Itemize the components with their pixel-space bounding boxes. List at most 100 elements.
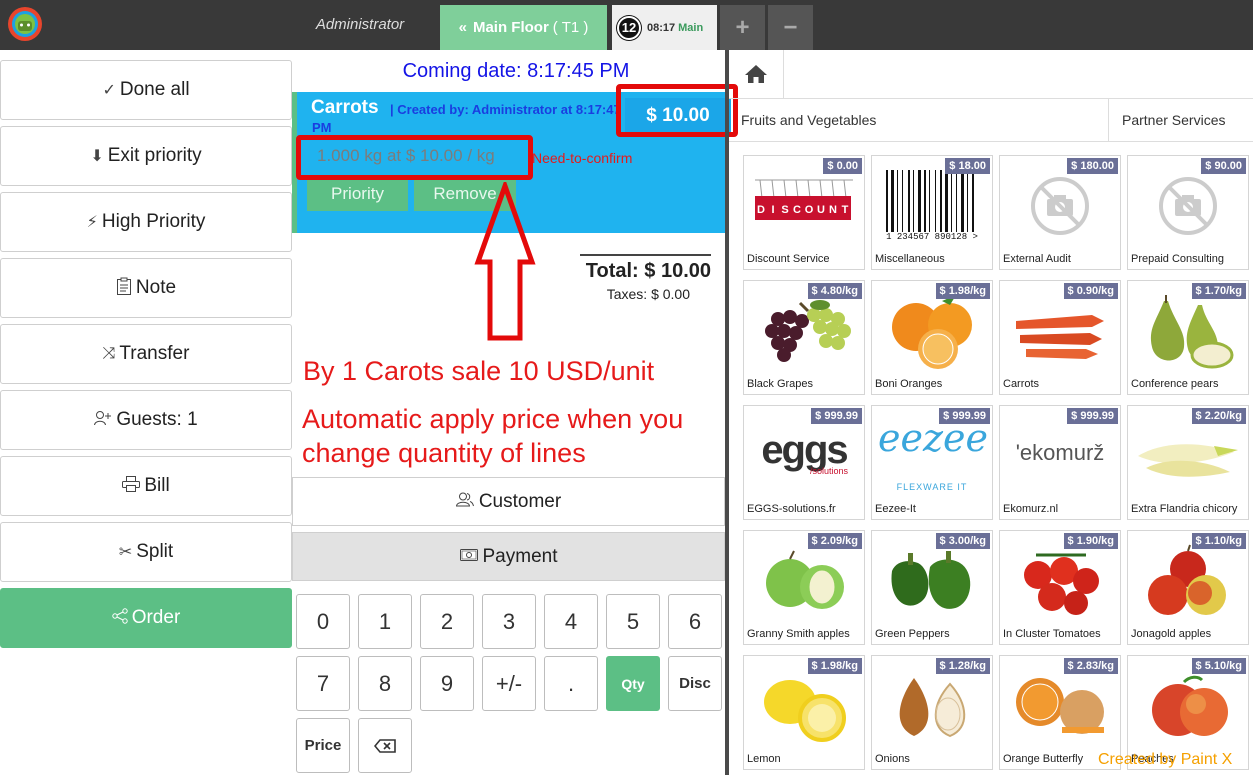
- numpad-key-decimal[interactable]: .: [544, 656, 598, 711]
- product-tile[interactable]: $ 1.98/kg Boni Oranges: [871, 280, 993, 395]
- product-name: Lemon: [747, 753, 781, 765]
- product-tile[interactable]: $ 2.20/kg Extra Flandria chicory: [1127, 405, 1249, 520]
- product-tile[interactable]: $ 1.90/kg In Cluster Tomatoes: [999, 530, 1121, 645]
- product-tile[interactable]: $ 1.70/kg Conference pears: [1127, 280, 1249, 395]
- coming-date: Coming date: 8:17:45 PM: [402, 60, 630, 82]
- product-name: Conference pears: [1131, 378, 1219, 390]
- numpad-key-5[interactable]: 5: [606, 594, 660, 649]
- button-label: Bill: [144, 475, 170, 496]
- numpad-backspace[interactable]: [358, 718, 412, 773]
- product-image: eezee FLEXWARE IT: [878, 416, 988, 492]
- numpad-key-6[interactable]: 6: [668, 594, 722, 649]
- numpad-key-4[interactable]: 4: [544, 594, 598, 649]
- svg-text:U: U: [817, 204, 825, 216]
- product-price-badge: $ 2.83/kg: [1063, 658, 1118, 674]
- product-name: Onions: [875, 753, 910, 765]
- product-price-badge: $ 90.00: [1201, 158, 1246, 174]
- category-fruits-vegetables[interactable]: Fruits and Vegetables: [741, 99, 876, 141]
- product-tile[interactable]: $ 90.00 Prepaid Consulting: [1127, 155, 1249, 270]
- guests-button[interactable]: Guests: 1: [0, 390, 292, 450]
- order-number-badge: 12: [617, 15, 641, 40]
- product-image: [1134, 666, 1242, 746]
- product-name: Boni Oranges: [875, 378, 943, 390]
- shuffle-icon: ⤨: [102, 345, 116, 362]
- numpad-qty-mode[interactable]: Qty: [606, 656, 660, 711]
- product-tile[interactable]: eggs/solutions $ 999.99 EGGS-solutions.fr: [743, 405, 865, 520]
- priority-button[interactable]: Priority: [307, 176, 408, 211]
- product-tile[interactable]: $ 4.80/kg Black Grapes: [743, 280, 865, 395]
- split-button[interactable]: ✂ Split: [0, 522, 292, 582]
- product-tile[interactable]: $ 1.10/kg Jonagold apples: [1127, 530, 1249, 645]
- numpad-key-9[interactable]: 9: [420, 656, 474, 711]
- button-label: Note: [135, 277, 177, 298]
- product-tile[interactable]: $ 0.90/kg Carrots: [999, 280, 1121, 395]
- total-divider: [580, 254, 711, 256]
- numpad-key-7[interactable]: 7: [296, 656, 350, 711]
- table-name: ( T1 ): [552, 19, 589, 36]
- product-image: [750, 666, 858, 746]
- annotation-text-1: By 1 Carots sale 10 USD/unit: [303, 356, 655, 386]
- numpad-key-plus-minus[interactable]: +/-: [482, 656, 536, 711]
- numpad-key-0[interactable]: 0: [296, 594, 350, 649]
- home-category-button[interactable]: [729, 50, 784, 98]
- price-highlight-box: [616, 84, 738, 137]
- product-price-badge: $ 18.00: [945, 158, 990, 174]
- product-image: eggs/solutions: [750, 416, 858, 496]
- product-price-badge: $ 1.28/kg: [935, 658, 990, 674]
- product-tile[interactable]: $ 1.28/kg Onions: [871, 655, 993, 770]
- product-tile[interactable]: D I S C O U N T $ 0.00 Discount Service: [743, 155, 865, 270]
- product-tile[interactable]: $ 1.98/kg Lemon: [743, 655, 865, 770]
- svg-text:C: C: [793, 204, 801, 216]
- line-status: Need-to-confirm: [532, 150, 633, 166]
- product-name: In Cluster Tomatoes: [1003, 628, 1101, 640]
- svg-text:S: S: [781, 204, 788, 216]
- numpad-key-3[interactable]: 3: [482, 594, 536, 649]
- product-price-badge: $ 999.99: [1067, 408, 1118, 424]
- printer-icon: [122, 475, 141, 497]
- numpad-key-8[interactable]: 8: [358, 656, 412, 711]
- floor-tab[interactable]: « Main Floor ( T1 ): [440, 5, 607, 50]
- customer-button[interactable]: Customer: [292, 477, 725, 526]
- product-image: [878, 666, 986, 746]
- product-name: Extra Flandria chicory: [1131, 503, 1238, 515]
- bill-button[interactable]: Bill: [0, 456, 292, 516]
- button-label: Customer: [478, 490, 562, 512]
- note-button[interactable]: Note: [0, 258, 292, 318]
- product-tile[interactable]: eezee FLEXWARE IT $ 999.99 Eezee-It: [871, 405, 993, 520]
- numpad-disc-mode[interactable]: Disc: [668, 656, 722, 711]
- product-tile[interactable]: $ 2.09/kg Granny Smith apples: [743, 530, 865, 645]
- lightning-icon: ⚡: [86, 214, 98, 231]
- numpad-key-2[interactable]: 2: [420, 594, 474, 649]
- product-tile[interactable]: $ 180.00 External Audit: [999, 155, 1121, 270]
- product-price-badge: $ 999.99: [939, 408, 990, 424]
- order-time: 08:17: [647, 21, 676, 34]
- done-all-button[interactable]: ✓ Done all: [0, 60, 292, 120]
- product-price-badge: $ 0.00: [823, 158, 862, 174]
- line-product-name: Carrots: [311, 97, 379, 118]
- numpad-key-1[interactable]: 1: [358, 594, 412, 649]
- app-logo-icon[interactable]: [6, 5, 44, 43]
- top-bar: Administrator « Main Floor ( T1 ) 12 08:…: [0, 0, 1253, 50]
- exit-priority-button[interactable]: ⬇ Exit priority: [0, 126, 292, 186]
- button-label: Split: [136, 541, 174, 562]
- high-priority-button[interactable]: ⚡ High Priority: [0, 192, 292, 252]
- order-taxes: Taxes: $ 0.00: [606, 286, 690, 302]
- product-tile[interactable]: 'ekomurž $ 999.99 Ekomurz.nl: [999, 405, 1121, 520]
- order-tab[interactable]: 12 08:17 Main: [612, 5, 717, 50]
- product-tile[interactable]: $ 3.00/kg Green Peppers: [871, 530, 993, 645]
- add-order-button[interactable]: +: [720, 5, 765, 50]
- button-label: Done all: [119, 79, 190, 100]
- product-name: External Audit: [1003, 253, 1071, 265]
- category-partner-services[interactable]: Partner Services: [1108, 99, 1253, 141]
- product-name: Eezee-It: [875, 503, 916, 515]
- cashier-name[interactable]: Administrator: [300, 16, 420, 33]
- product-tile[interactable]: 1 234567 890128 > $ 18.00 Miscellaneous: [871, 155, 993, 270]
- product-image: [750, 291, 858, 371]
- button-label: High Priority: [101, 211, 206, 232]
- payment-button[interactable]: Payment: [292, 532, 725, 581]
- numpad-price-mode[interactable]: Price: [296, 718, 350, 773]
- order-button[interactable]: Order: [0, 588, 292, 648]
- remove-order-button[interactable]: −: [768, 5, 813, 50]
- transfer-button[interactable]: ⤨ Transfer: [0, 324, 292, 384]
- product-name: Green Peppers: [875, 628, 950, 640]
